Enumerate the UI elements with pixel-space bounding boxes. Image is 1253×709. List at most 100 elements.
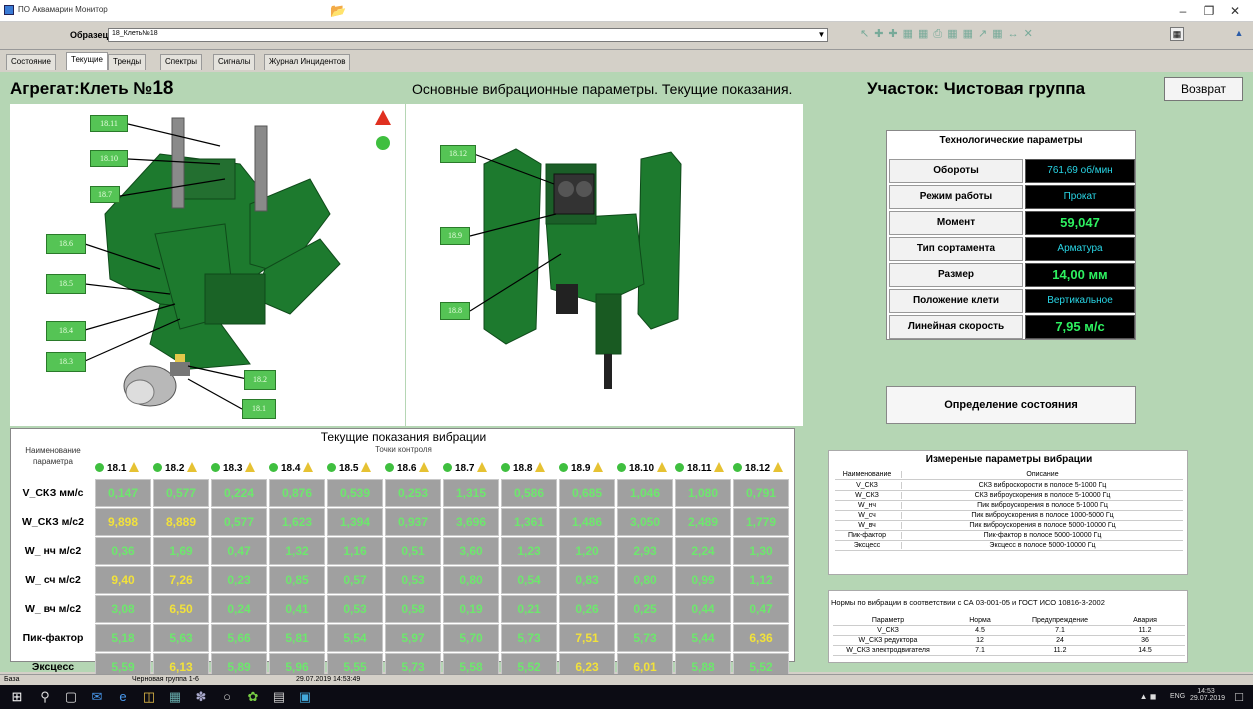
tray-icons[interactable]: ▲ ◼ bbox=[1128, 690, 1168, 704]
back-button[interactable]: Возврат bbox=[1164, 77, 1243, 101]
vibration-value-cell: 5,70 bbox=[443, 624, 499, 652]
point-tag-18-8[interactable]: 18.8 bbox=[440, 302, 470, 320]
point-tag-18-3[interactable]: 18.3 bbox=[46, 352, 86, 372]
vibration-value-cell: 3,60 bbox=[443, 537, 499, 565]
tech-label: Положение клети bbox=[889, 289, 1023, 313]
control-point-header[interactable]: 18.1 bbox=[95, 462, 140, 477]
vibration-value-cell: 0,224 bbox=[211, 479, 267, 507]
edge-icon[interactable]: e bbox=[116, 690, 130, 704]
close-icon[interactable]: ✕ bbox=[1224, 2, 1246, 20]
vibration-value-cell: 0,47 bbox=[211, 537, 267, 565]
vibration-value-cell: 1,23 bbox=[501, 537, 557, 565]
measured-name: W_сч bbox=[858, 512, 876, 519]
app-icon-green[interactable]: ✿ bbox=[246, 690, 260, 704]
paint-icon[interactable]: ✽ bbox=[194, 690, 208, 704]
tab-trends[interactable]: Тренды bbox=[108, 54, 147, 70]
tech-params-title: Технологические параметры bbox=[939, 135, 1083, 146]
norms-cell: Норма bbox=[969, 617, 991, 624]
status-dot-icon bbox=[559, 463, 568, 472]
control-point-header[interactable]: 18.7 bbox=[443, 462, 488, 477]
point-tag-18-2[interactable]: 18.2 bbox=[244, 370, 276, 390]
save-app-icon[interactable]: ▦ bbox=[168, 690, 182, 704]
tab-signals[interactable]: Сигналы bbox=[213, 54, 256, 70]
control-point-header[interactable]: 18.12 bbox=[733, 462, 784, 477]
chevron-down-icon[interactable]: ▼ bbox=[816, 29, 827, 41]
point-tag-18-12[interactable]: 18.12 bbox=[440, 145, 476, 163]
maximize-icon[interactable]: ❐ bbox=[1198, 2, 1220, 20]
sample-select[interactable]: 18_Клеть№18 bbox=[108, 28, 828, 42]
tech-value: 761,69 об/мин bbox=[1025, 159, 1135, 183]
vibration-value-cell: 1,361 bbox=[501, 508, 557, 536]
windows-start-icon[interactable]: ⊞ bbox=[10, 690, 24, 704]
language-indicator[interactable]: ENG bbox=[1170, 693, 1185, 700]
point-tag-18-6[interactable]: 18.6 bbox=[46, 234, 86, 254]
tech-label: Тип сортамента bbox=[889, 237, 1023, 261]
tab-state[interactable]: Состояние bbox=[6, 54, 56, 70]
vibration-value-cell: 5,81 bbox=[269, 624, 325, 652]
magnifier-icon[interactable]: ○ bbox=[220, 690, 234, 704]
vibration-value-cell: 3,050 bbox=[617, 508, 673, 536]
control-point-header[interactable]: 18.6 bbox=[385, 462, 430, 477]
measured-row: W_нч Пик виброускорения в полосе 5-1000 Г… bbox=[835, 502, 1183, 511]
param-name-header: Наименование параметра bbox=[25, 446, 81, 466]
point-tag-18-11[interactable]: 18.11 bbox=[90, 115, 128, 132]
tab-incident-log[interactable]: Журнал Инцидентов bbox=[264, 54, 351, 70]
control-point-header[interactable]: 18.4 bbox=[269, 462, 314, 477]
tech-label: Размер bbox=[889, 263, 1023, 287]
measured-row: Эксцесс Эксцесс в полосе 5000-10000 Гц bbox=[835, 542, 1183, 551]
stand-3d-view-left: 18.11 18.10 18.7 18.6 18.5 18.4 18.3 18.… bbox=[10, 104, 405, 426]
vibration-value-cell: 0,36 bbox=[95, 537, 151, 565]
pin-icon[interactable]: ▲ bbox=[1232, 27, 1246, 41]
vibration-value-cell: 0,147 bbox=[95, 479, 151, 507]
point-tag-18-9[interactable]: 18.9 bbox=[440, 227, 470, 245]
tech-value: Прокат bbox=[1025, 185, 1135, 209]
explorer-icon[interactable]: ◫ bbox=[142, 690, 156, 704]
vibration-value-cell: 0,25 bbox=[617, 595, 673, 623]
notifications-icon[interactable]: □ bbox=[1232, 690, 1246, 704]
task-view-icon[interactable]: ▢ bbox=[64, 690, 78, 704]
control-point-header[interactable]: 18.10 bbox=[617, 462, 668, 477]
control-point-header[interactable]: 18.3 bbox=[211, 462, 256, 477]
tab-spectra[interactable]: Спектры bbox=[160, 54, 203, 70]
vibration-value-cell: 5,73 bbox=[501, 624, 557, 652]
control-point-header[interactable]: 18.8 bbox=[501, 462, 546, 477]
vibration-value-cell: 1,394 bbox=[327, 508, 383, 536]
vibration-value-cell: 0,253 bbox=[385, 479, 441, 507]
clock[interactable]: 14:53 29.07.2019 bbox=[1190, 688, 1225, 702]
app-icon-chart[interactable]: ▤ bbox=[272, 690, 286, 704]
vibration-value-cell: 1,779 bbox=[733, 508, 789, 536]
tab-current[interactable]: Текущие bbox=[66, 52, 108, 70]
param-row-label: W_ вч м/с2 bbox=[24, 603, 82, 615]
measured-desc: Пик-фактор в полосе 5000-10000 Гц bbox=[901, 532, 1183, 539]
mail-icon[interactable]: ✉ bbox=[90, 690, 104, 704]
norms-title: Нормы по вибрации в соответствии с СА 03… bbox=[831, 598, 1105, 607]
control-point-header[interactable]: 18.9 bbox=[559, 462, 604, 477]
minimize-icon[interactable]: – bbox=[1172, 2, 1194, 20]
monitor-app-icon[interactable]: ▣ bbox=[298, 690, 312, 704]
determine-state-button[interactable]: Определение состояния bbox=[886, 386, 1136, 424]
alarm-indicator-icon bbox=[375, 110, 391, 125]
tech-label: Режим работы bbox=[889, 185, 1023, 209]
app-icon bbox=[4, 5, 14, 15]
point-tag-18-5[interactable]: 18.5 bbox=[46, 274, 86, 294]
vibration-value-cell: 1,16 bbox=[327, 537, 383, 565]
open-folder-icon[interactable]: 📂 bbox=[330, 3, 346, 19]
point-tag-18-10[interactable]: 18.10 bbox=[90, 150, 128, 167]
control-point-header[interactable]: 18.11 bbox=[675, 462, 725, 477]
point-tag-18-1[interactable]: 18.1 bbox=[242, 399, 276, 419]
toolbar-icons[interactable]: ↖✚✚▦▦⎙▦▦↗▦↔✕ bbox=[860, 27, 1150, 43]
vibration-value-cell: 0,19 bbox=[443, 595, 499, 623]
tech-value: Вертикальное bbox=[1025, 289, 1135, 313]
settings-icon[interactable]: ▦ bbox=[1170, 27, 1184, 41]
control-point-header[interactable]: 18.5 bbox=[327, 462, 372, 477]
control-point-header[interactable]: 18.2 bbox=[153, 462, 198, 477]
tech-row-torque: Момент 59,047 bbox=[889, 211, 1135, 235]
norms-cell: 4.5 bbox=[975, 627, 985, 634]
point-tag-18-7[interactable]: 18.7 bbox=[90, 186, 120, 203]
status-dot-icon bbox=[327, 463, 336, 472]
vibration-value-cell: 6,36 bbox=[733, 624, 789, 652]
search-icon[interactable]: ⚲ bbox=[38, 690, 52, 704]
point-tag-18-4[interactable]: 18.4 bbox=[46, 321, 86, 341]
tech-params-panel: Технологические параметры Обороты 761,69 … bbox=[886, 130, 1136, 340]
tech-value: 59,047 bbox=[1025, 211, 1135, 235]
